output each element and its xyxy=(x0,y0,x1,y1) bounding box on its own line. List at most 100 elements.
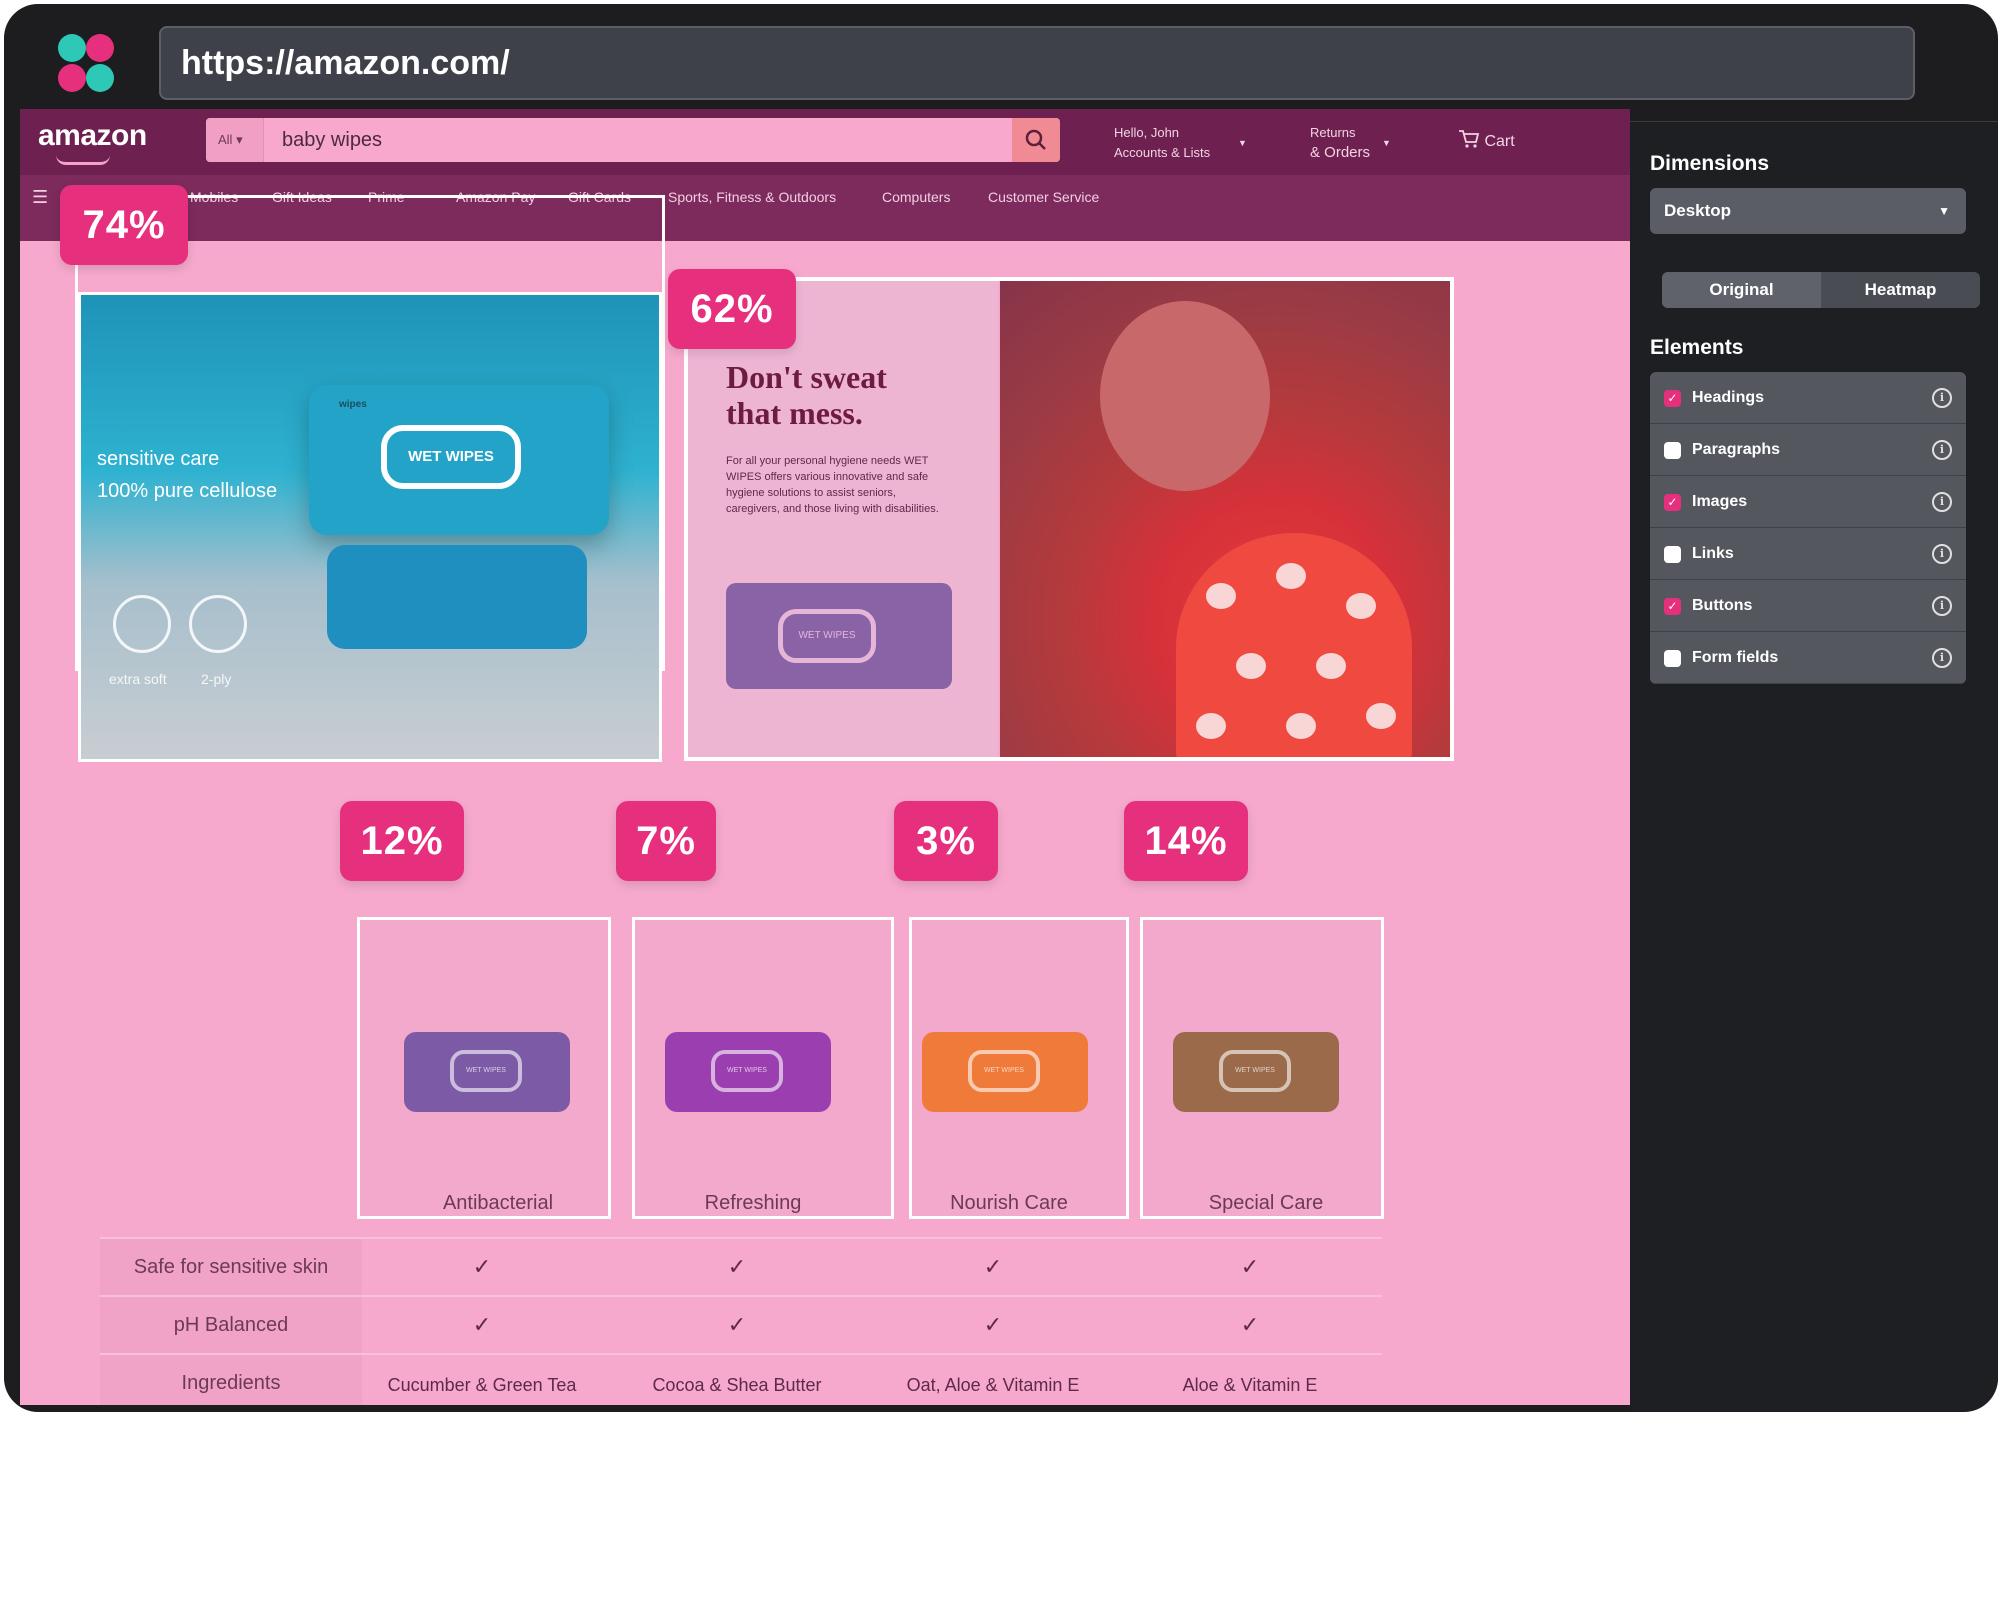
product-card-refreshing[interactable]: WET WIPES xyxy=(632,917,894,1219)
search-icon xyxy=(1025,129,1046,150)
wipes-pack-image: WET WIPES xyxy=(726,583,952,689)
wipes-pack-image xyxy=(327,545,587,649)
hamburger-menu-icon[interactable]: ☰ xyxy=(32,187,48,208)
info-icon[interactable]: i xyxy=(1932,648,1952,668)
element-label: Links xyxy=(1692,545,1734,562)
nav-item-computers[interactable]: Computers xyxy=(882,189,950,205)
dimension-select[interactable]: Desktop ▼ xyxy=(1650,188,1966,234)
element-label: Headings xyxy=(1692,389,1765,406)
info-icon[interactable]: i xyxy=(1932,492,1952,512)
info-icon[interactable]: i xyxy=(1932,440,1952,460)
element-label: Paragraphs xyxy=(1692,441,1781,458)
check-icon: ✓ xyxy=(727,1254,747,1279)
feature-label: 2-ply xyxy=(201,671,232,687)
element-label: Form fields xyxy=(1692,649,1779,666)
chevron-down-icon: ▼ xyxy=(1382,138,1391,148)
product-card-nourish-care[interactable]: WET WIPES xyxy=(909,917,1129,1219)
cart-link[interactable]: Cart xyxy=(1458,129,1515,151)
row-label: Ingredients xyxy=(100,1355,362,1405)
heatmap-badge-refreshing: 7% xyxy=(616,801,716,881)
column-header: Refreshing xyxy=(704,1192,802,1214)
tab-heatmap[interactable]: Heatmap xyxy=(1821,272,1980,308)
check-icon: ✓ xyxy=(983,1312,1003,1337)
wipes-pack-image: WET WIPES xyxy=(1173,1032,1339,1112)
cart-label: Cart xyxy=(1484,133,1515,150)
table-row: Safe for sensitive skin ✓ ✓ ✓ ✓ xyxy=(100,1237,1382,1295)
heatmap-badge-hero: 74% xyxy=(60,185,188,265)
wipes-pack-image: WET WIPES xyxy=(665,1032,831,1112)
promo-banner[interactable]: Don't sweat that mess. For all your pers… xyxy=(684,277,1454,761)
feature-label: extra soft xyxy=(109,671,167,687)
element-toggle-buttons[interactable]: ✓ Buttons i xyxy=(1650,580,1966,632)
flower-icon xyxy=(113,595,171,653)
chevron-down-icon: ▼ xyxy=(1938,204,1950,218)
heatmap-badge-promo: 62% xyxy=(668,269,796,349)
nav-item-sports[interactable]: Sports, Fitness & Outdoors xyxy=(668,189,836,205)
element-label: Buttons xyxy=(1692,597,1753,614)
checkbox[interactable] xyxy=(1664,650,1681,667)
nav-item-customer-service[interactable]: Customer Service xyxy=(988,189,1099,205)
product-card-antibacterial[interactable]: WET WIPES xyxy=(357,917,611,1219)
url-bar[interactable]: https://amazon.com/ xyxy=(159,26,1915,100)
app-logo-icon xyxy=(56,34,116,94)
table-cell: Cocoa & Shea Butter xyxy=(652,1375,822,1395)
element-toggle-headings[interactable]: ✓ Headings i xyxy=(1650,372,1966,424)
hero-banner-image[interactable]: sensitive care 100% pure cellulose wipes… xyxy=(78,292,662,762)
elements-title: Elements xyxy=(1650,336,1744,359)
heatmap-badge-nourish-care: 3% xyxy=(894,801,998,881)
info-icon[interactable]: i xyxy=(1932,596,1952,616)
product-card-special-care[interactable]: WET WIPES xyxy=(1140,917,1384,1219)
elements-list: ✓ Headings i Paragraphs i ✓ Images i Lin… xyxy=(1650,372,1966,684)
tab-original[interactable]: Original xyxy=(1662,272,1821,308)
checkbox[interactable] xyxy=(1664,442,1681,459)
check-icon: ✓ xyxy=(472,1312,492,1337)
search-button[interactable] xyxy=(1012,118,1060,162)
check-icon: ✓ xyxy=(1240,1312,1260,1337)
element-toggle-paragraphs[interactable]: Paragraphs i xyxy=(1650,424,1966,476)
view-toggle: Original Heatmap xyxy=(1662,272,1980,308)
row-label: pH Balanced xyxy=(100,1297,362,1353)
element-toggle-links[interactable]: Links i xyxy=(1650,528,1966,580)
dimensions-title: Dimensions xyxy=(1650,152,1770,175)
column-header: Special Care xyxy=(1208,1192,1324,1214)
table-row: Ingredients Cucumber & Green Tea Cocoa &… xyxy=(100,1353,1382,1405)
promo-heading: Don't sweat that mess. xyxy=(726,359,887,431)
child-eating-cake-image xyxy=(1000,281,1450,757)
info-icon[interactable]: i xyxy=(1932,544,1952,564)
amazon-logo[interactable]: amazon xyxy=(38,119,147,153)
returns-label: Returns xyxy=(1310,125,1356,140)
returns-orders-link[interactable]: Returns & Orders ▼ xyxy=(1310,123,1391,163)
app-window: https://amazon.com/ amazon All ▾ baby wi… xyxy=(4,4,1998,1412)
chevron-down-icon: ▼ xyxy=(1238,138,1247,148)
element-toggle-form-fields[interactable]: Form fields i xyxy=(1650,632,1966,684)
search-input[interactable]: baby wipes xyxy=(282,118,382,162)
settings-panel: Dimensions Desktop ▼ Original Heatmap El… xyxy=(1630,121,1998,1411)
column-header: Nourish Care xyxy=(950,1192,1068,1214)
cake-image xyxy=(1176,533,1412,757)
checkbox[interactable] xyxy=(1664,546,1681,563)
cart-icon xyxy=(1459,130,1480,148)
wipes-pack-image: WET WIPES xyxy=(922,1032,1088,1112)
wipes-pack-image: WET WIPES xyxy=(404,1032,570,1112)
account-label: Accounts & Lists xyxy=(1114,145,1211,160)
amazon-smile-icon xyxy=(56,155,110,165)
checkbox-checked[interactable]: ✓ xyxy=(1664,598,1681,615)
account-menu[interactable]: Hello, John Accounts & Lists ▼ xyxy=(1114,123,1247,163)
search-category-select[interactable]: All ▾ xyxy=(206,118,264,162)
hero-caption: sensitive care 100% pure cellulose xyxy=(97,448,278,502)
column-header: Antibacterial xyxy=(442,1192,554,1214)
table-cell: Aloe & Vitamin E xyxy=(1182,1375,1318,1395)
layers-icon xyxy=(189,595,247,653)
table-cell: Cucumber & Green Tea xyxy=(387,1375,577,1395)
element-toggle-images[interactable]: ✓ Images i xyxy=(1650,476,1966,528)
child-image xyxy=(1100,301,1270,491)
info-icon[interactable]: i xyxy=(1932,388,1952,408)
checkbox-checked[interactable]: ✓ xyxy=(1664,494,1681,511)
website-preview: amazon All ▾ baby wipes Hello, John Acco… xyxy=(20,109,1630,1405)
account-greeting: Hello, John xyxy=(1114,125,1180,140)
table-row: pH Balanced ✓ ✓ ✓ ✓ xyxy=(100,1295,1382,1353)
checkbox-checked[interactable]: ✓ xyxy=(1664,390,1681,407)
check-icon: ✓ xyxy=(472,1254,492,1279)
orders-label: & Orders xyxy=(1310,144,1371,161)
heatmap-badge-special-care: 14% xyxy=(1124,801,1248,881)
